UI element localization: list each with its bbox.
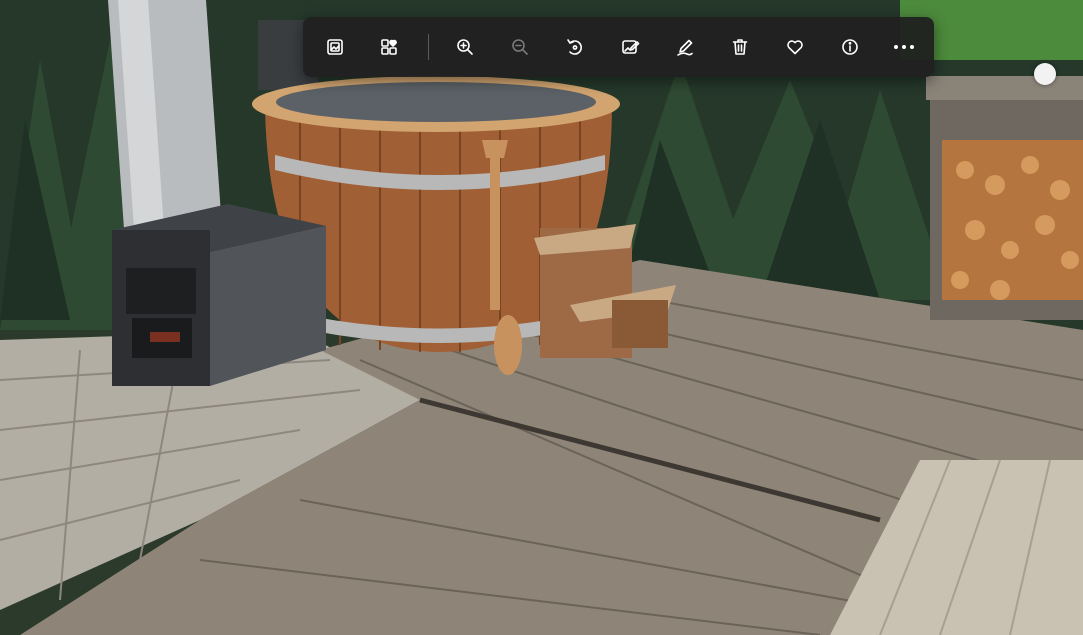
zoom-in-button[interactable] (447, 29, 483, 65)
edit-image-icon (622, 40, 640, 54)
image-icon (327, 39, 343, 55)
hot-tub-photo (0, 0, 1083, 635)
favorite-button[interactable] (777, 29, 813, 65)
more-icon-dot (894, 45, 898, 49)
rotate-button[interactable] (557, 29, 593, 65)
photo-canvas (0, 0, 1083, 635)
add-to-collection-button[interactable] (371, 29, 407, 65)
draw-button[interactable] (667, 29, 703, 65)
rotate-icon (567, 39, 582, 55)
delete-button[interactable] (722, 29, 758, 65)
more-icon-dot (902, 45, 906, 49)
edit-image-button[interactable] (612, 29, 648, 65)
more-icon-dot (910, 45, 914, 49)
info-icon (842, 39, 858, 55)
more-options-button[interactable] (886, 29, 922, 65)
zoom-out-button[interactable] (502, 29, 538, 65)
zoom-in-icon (457, 39, 473, 55)
indicator-dot (1034, 63, 1056, 85)
heart-icon (787, 40, 803, 55)
trash-icon (732, 39, 748, 55)
file-info-button[interactable] (832, 29, 868, 65)
zoom-out-icon (512, 39, 528, 55)
toolbar-separator (428, 34, 429, 60)
gallery-heart-icon (381, 39, 397, 55)
pen-icon (677, 39, 693, 56)
photo-viewer-toolbar (303, 17, 934, 77)
view-original-button[interactable] (317, 29, 353, 65)
